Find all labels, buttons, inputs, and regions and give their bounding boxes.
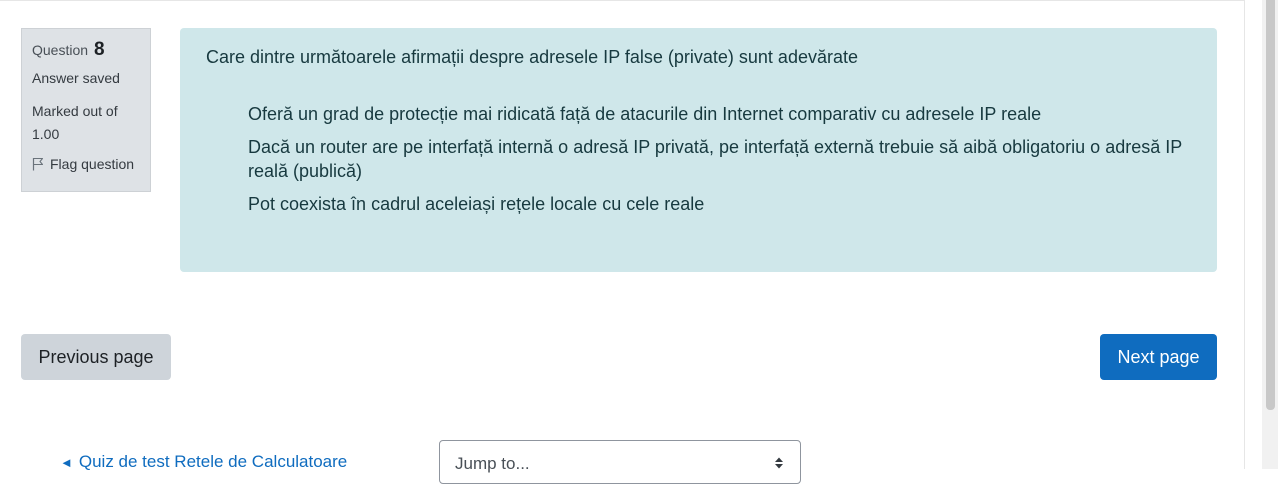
question-grade: Marked out of 1.00 — [32, 103, 118, 142]
answer-option-3[interactable]: Pot coexista în cadrul aceleiași rețele … — [248, 192, 1198, 216]
sort-caret-icon — [775, 457, 783, 469]
page-content: Question 8 Answer saved Marked out of 1.… — [0, 0, 1245, 484]
jump-to-select[interactable]: Jump to... — [439, 440, 801, 484]
top-divider — [0, 0, 1244, 1]
question-state: Answer saved — [32, 70, 120, 86]
answer-option-2[interactable]: Dacă un router are pe interfață internă … — [248, 135, 1198, 183]
question-label: Question — [32, 42, 89, 58]
question-text: Care dintre următoarele afirmații despre… — [206, 47, 858, 67]
flag-question-button[interactable]: Flag question — [32, 156, 140, 172]
previous-activity-link[interactable]: ◄ Quiz de test Retele de Calculatoare — [60, 452, 347, 472]
scrollbar-thumb[interactable] — [1266, 0, 1275, 410]
answer-option-1[interactable]: Oferă un grad de protecție mai ridicată … — [248, 102, 1198, 126]
left-arrow-icon: ◄ — [60, 455, 73, 470]
flag-question-label: Flag question — [50, 156, 135, 172]
previous-page-button[interactable]: Previous page — [21, 334, 171, 380]
jump-to-label: Jump to... — [455, 454, 530, 473]
flag-icon — [32, 157, 44, 171]
question-number-row: Question 8 — [32, 39, 140, 61]
question-info-panel: Question 8 Answer saved Marked out of 1.… — [21, 28, 151, 192]
previous-activity-label: Quiz de test Retele de Calculatoare — [78, 452, 348, 471]
question-number: 8 — [93, 39, 105, 60]
answer-list: Oferă un grad de protecție mai ridicată … — [248, 102, 1198, 216]
question-formulation: Care dintre următoarele afirmații despre… — [180, 28, 1217, 272]
next-page-button[interactable]: Next page — [1100, 334, 1217, 380]
